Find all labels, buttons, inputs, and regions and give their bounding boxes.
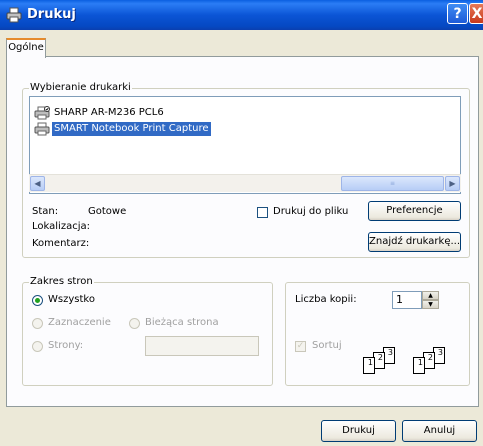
close-button[interactable]: X (469, 3, 483, 24)
group-legend: Wybieranie drukarki (29, 82, 132, 93)
scroll-left-arrow-icon[interactable]: ◀ (30, 176, 45, 191)
print-to-file-checkbox[interactable] (257, 207, 268, 218)
collate-label[interactable]: Sortuj (312, 340, 342, 351)
pages-input[interactable] (145, 336, 259, 356)
scroll-right-arrow-icon[interactable]: ▶ (445, 176, 460, 191)
print-to-file-label[interactable]: Drukuj do pliku (273, 206, 348, 217)
pages-radio[interactable] (32, 341, 43, 352)
copies-input[interactable]: 1 (392, 291, 422, 309)
comment-label: Komentarz: (32, 238, 90, 249)
window-title: Drukuj (27, 7, 76, 22)
location-label: Lokalizacja: (32, 221, 90, 232)
copies-spinner[interactable]: 1 ▲ ▼ (392, 291, 439, 309)
status-value: Gotowe (88, 206, 127, 217)
selection-radio[interactable] (32, 318, 43, 329)
printer-icon (34, 106, 50, 120)
all-pages-radio[interactable] (32, 295, 43, 306)
group-legend: Zakres stron (29, 276, 94, 287)
pages-label[interactable]: Strony: (48, 340, 83, 351)
copies-count-label: Liczba kopii: (295, 294, 357, 305)
print-dialog: Drukuj ? X Ogólne Wybieranie drukarki SH… (0, 0, 483, 446)
spin-down-icon[interactable]: ▼ (422, 300, 439, 309)
help-button[interactable]: ? (447, 3, 468, 24)
current-page-label[interactable]: Bieżąca strona (145, 317, 219, 328)
tab-general[interactable]: Ogólne (6, 38, 46, 58)
selection-label[interactable]: Zaznaczenie (48, 317, 111, 328)
print-button[interactable]: Drukuj (321, 420, 396, 442)
find-printer-button[interactable]: Znajdź drukarkę... (368, 232, 461, 252)
horizontal-scrollbar[interactable]: ◀ ≡ ▶ (29, 174, 461, 192)
scrollbar-thumb[interactable]: ≡ (341, 176, 444, 191)
printer-name: SMART Notebook Print Capture (52, 122, 211, 136)
collate-checkbox[interactable]: ✓ (295, 341, 306, 352)
current-page-radio[interactable] (129, 318, 140, 329)
spin-up-icon[interactable]: ▲ (422, 291, 439, 300)
collate-pages-icon: 3 2 1 (363, 347, 403, 377)
page-icon: 1 (363, 357, 375, 374)
printer-icon (34, 122, 50, 136)
page-icon: 1 (413, 357, 425, 374)
collate-pages-icon: 3 2 1 (413, 347, 453, 377)
printer-name: SHARP AR-M236 PCL6 (54, 107, 164, 118)
status-label: Stan: (32, 206, 59, 217)
all-pages-label[interactable]: Wszystko (48, 294, 95, 305)
preferences-button[interactable]: Preferencje (368, 201, 461, 221)
cancel-button[interactable]: Anuluj (402, 420, 477, 442)
printer-icon (6, 7, 22, 23)
title-bar: Drukuj ? X (0, 0, 483, 30)
